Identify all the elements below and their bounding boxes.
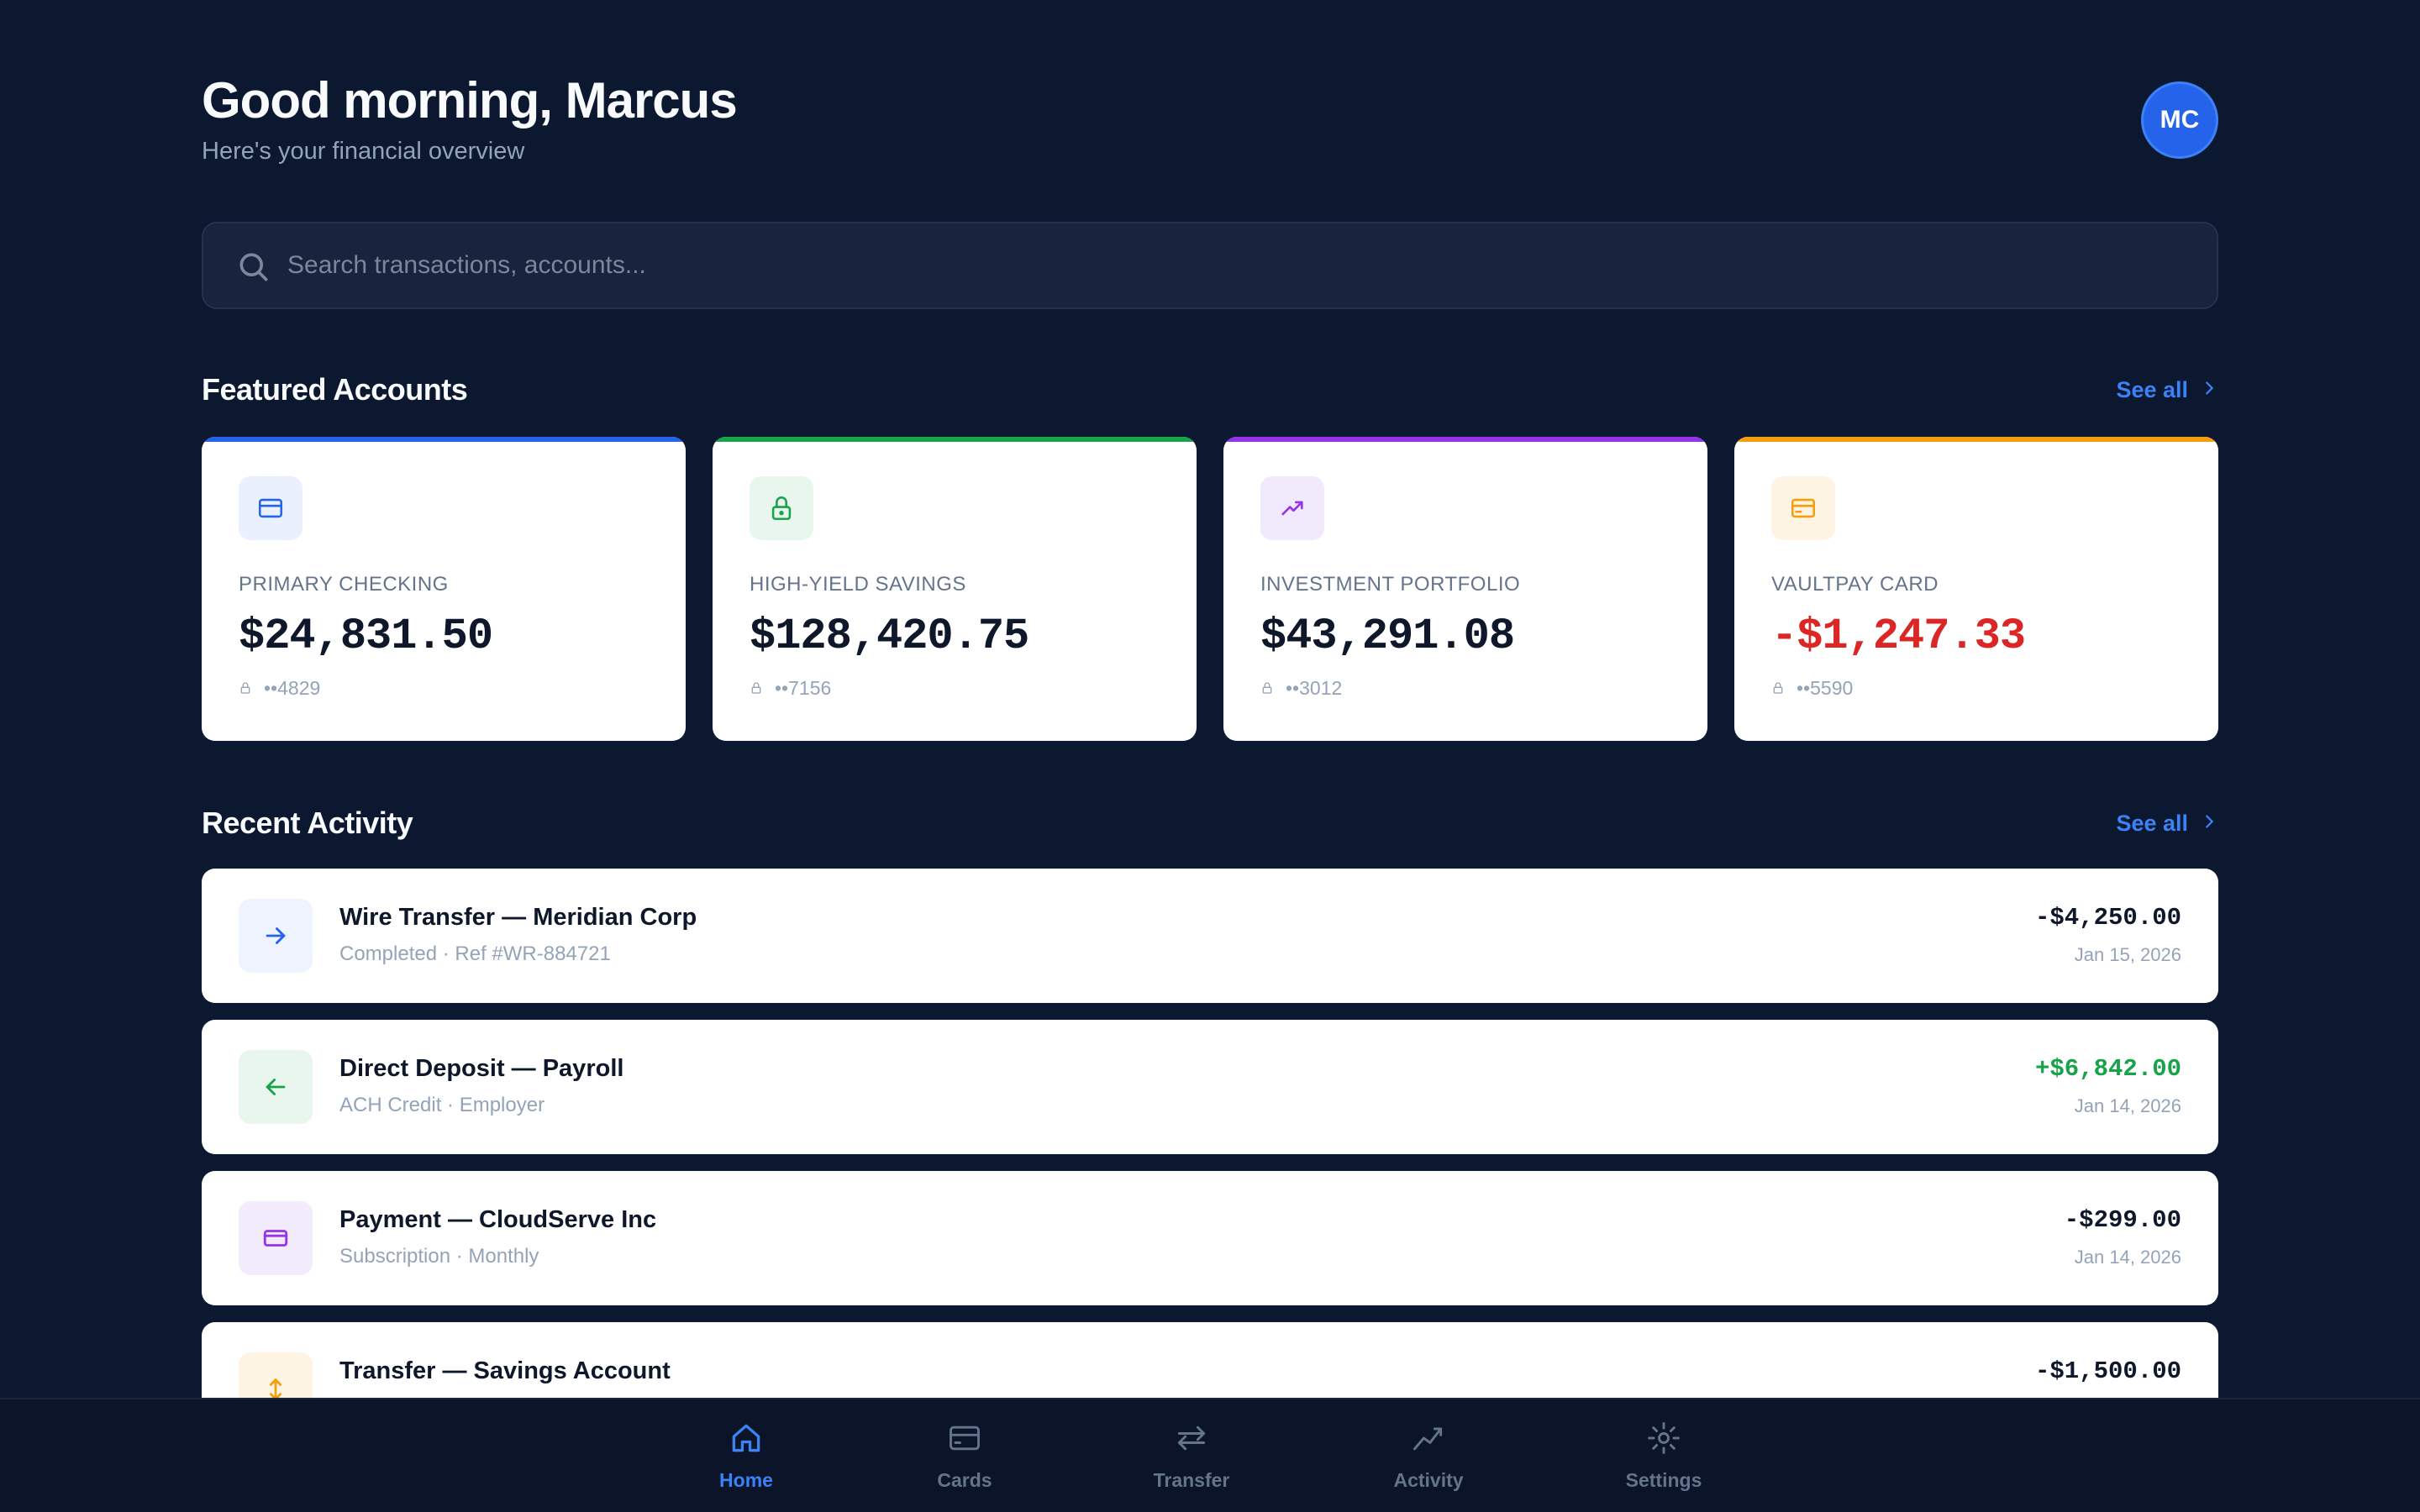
section-title: Recent Activity <box>202 806 413 840</box>
page-title: Good morning, Marcus <box>202 72 738 129</box>
lock-icon <box>239 677 252 700</box>
transaction-list: Wire Transfer — Meridian Corp Completed … <box>202 869 2218 1473</box>
transaction-subtitle: Subscription · Monthly <box>339 1245 539 1268</box>
trending-up-icon <box>1260 476 1324 540</box>
account-balance: -$1,247.33 <box>1771 612 2026 661</box>
transaction-date: Jan 14, 2026 <box>2074 1095 2181 1116</box>
credit-card-icon <box>1771 476 1835 540</box>
credit-card-icon <box>239 476 302 540</box>
lock-icon <box>1771 677 1785 700</box>
credit-card-icon <box>946 1420 983 1461</box>
search-icon <box>235 249 272 286</box>
account-number-text: ••5590 <box>1797 677 1854 699</box>
transaction-title: Wire Transfer — Meridian Corp <box>339 904 697 931</box>
account-card-investment[interactable]: INVESTMENT PORTFOLIO $43,291.08 ••3012 <box>1223 437 1707 741</box>
account-number: ••7156 <box>750 677 831 700</box>
featured-accounts-header: Featured Accounts See all <box>202 366 2218 413</box>
section-title: Featured Accounts <box>202 372 468 407</box>
account-number: ••5590 <box>1771 677 1853 700</box>
account-card-vaultpay[interactable]: VAULTPAY CARD -$1,247.33 ••5590 <box>1734 437 2218 741</box>
account-label: PRIMARY CHECKING <box>239 573 449 596</box>
featured-accounts: PRIMARY CHECKING $24,831.50 ••4829 HIGH-… <box>202 437 2218 741</box>
account-card-checking[interactable]: PRIMARY CHECKING $24,831.50 ••4829 <box>202 437 686 741</box>
nav-item-home[interactable]: Home <box>679 1420 813 1500</box>
see-all-label: See all <box>2116 810 2188 836</box>
see-all-activity-link[interactable]: See all <box>2116 800 2218 847</box>
transaction-amount: +$6,842.00 <box>2034 1055 2181 1083</box>
transaction-date: Jan 14, 2026 <box>2074 1247 2181 1268</box>
card-accent-bar <box>1734 437 2218 442</box>
nav-label: Home <box>719 1469 773 1491</box>
nav-item-activity[interactable]: Activity <box>1361 1420 1496 1500</box>
avatar[interactable]: MC <box>2141 81 2218 159</box>
app-root: Good morning, Marcus Here's your financi… <box>0 0 2420 1512</box>
arrow-left-icon <box>239 1050 313 1124</box>
home-icon <box>728 1420 765 1461</box>
search-bar[interactable] <box>202 222 2218 309</box>
nav-item-settings[interactable]: Settings <box>1597 1420 1731 1500</box>
account-number-text: ••4829 <box>264 677 321 699</box>
transfer-icon <box>1173 1420 1210 1461</box>
account-card-savings[interactable]: HIGH-YIELD SAVINGS $128,420.75 ••7156 <box>713 437 1197 741</box>
recent-activity-header: Recent Activity See all <box>202 800 2218 847</box>
transaction-amount: -$1,500.00 <box>2034 1357 2181 1385</box>
activity-chart-icon <box>1410 1420 1447 1461</box>
transaction-title: Direct Deposit — Payroll <box>339 1055 624 1082</box>
transaction-title: Payment — CloudServe Inc <box>339 1206 657 1233</box>
transaction-row[interactable]: Wire Transfer — Meridian Corp Completed … <box>202 869 2218 1003</box>
account-balance: $24,831.50 <box>239 612 493 661</box>
see-all-label: See all <box>2116 376 2188 402</box>
lock-icon <box>750 677 763 700</box>
bottom-nav: Home Cards Transfer Activity Settings <box>0 1398 2420 1512</box>
account-balance: $43,291.08 <box>1260 612 1515 661</box>
account-label: HIGH-YIELD SAVINGS <box>750 573 966 596</box>
transaction-row[interactable]: Direct Deposit — Payroll ACH Credit · Em… <box>202 1020 2218 1154</box>
transaction-date: Jan 15, 2026 <box>2074 944 2181 965</box>
transaction-amount: -$4,250.00 <box>2034 904 2181 932</box>
nav-label: Settings <box>1625 1469 1702 1491</box>
header: Good morning, Marcus Here's your financi… <box>202 71 2218 188</box>
transaction-row[interactable]: Payment — CloudServe Inc Subscription · … <box>202 1171 2218 1305</box>
card-accent-bar <box>1223 437 1707 442</box>
chevron-right-icon <box>2200 811 2218 837</box>
settings-icon <box>1645 1420 1682 1461</box>
nav-item-transfer[interactable]: Transfer <box>1124 1420 1259 1500</box>
account-number-text: ••3012 <box>1286 677 1343 699</box>
transaction-amount: -$299.00 <box>2064 1206 2181 1234</box>
lock-icon <box>1260 677 1274 700</box>
transaction-subtitle: Completed · Ref #WR-884721 <box>339 942 611 965</box>
account-label: INVESTMENT PORTFOLIO <box>1260 573 1521 596</box>
account-label: VAULTPAY CARD <box>1771 573 1939 596</box>
nav-label: Cards <box>937 1469 992 1491</box>
account-number: ••3012 <box>1260 677 1342 700</box>
account-number-text: ••7156 <box>775 677 832 699</box>
transaction-subtitle: ACH Credit · Employer <box>339 1094 545 1116</box>
arrow-right-icon <box>239 899 313 973</box>
nav-label: Transfer <box>1153 1469 1230 1491</box>
account-balance: $128,420.75 <box>750 612 1029 661</box>
see-all-accounts-link[interactable]: See all <box>2116 366 2218 413</box>
nav-label: Activity <box>1393 1469 1464 1491</box>
lock-icon <box>750 476 813 540</box>
transaction-title: Transfer — Savings Account <box>339 1357 671 1384</box>
card-accent-bar <box>202 437 686 442</box>
search-input[interactable] <box>287 223 2186 307</box>
chevron-right-icon <box>2200 377 2218 403</box>
nav-item-cards[interactable]: Cards <box>897 1420 1032 1500</box>
credit-card-icon <box>239 1201 313 1275</box>
card-accent-bar <box>713 437 1197 442</box>
account-number: ••4829 <box>239 677 320 700</box>
page-subtitle: Here's your financial overview <box>202 138 525 165</box>
